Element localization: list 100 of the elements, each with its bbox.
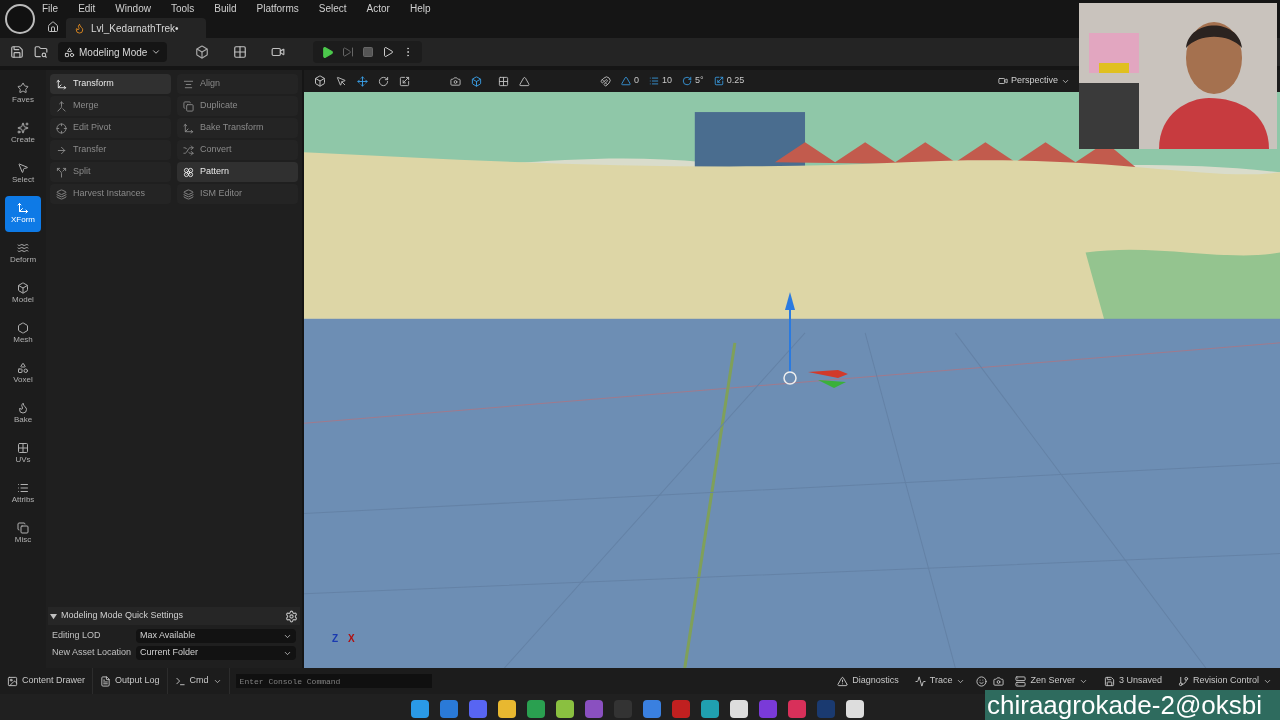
angle-icon bbox=[621, 76, 631, 86]
home-icon[interactable] bbox=[47, 21, 59, 33]
taskbar-app-icon[interactable] bbox=[527, 700, 545, 718]
browse-icon[interactable] bbox=[34, 45, 48, 59]
server-icon bbox=[1015, 675, 1027, 687]
rotate-icon[interactable] bbox=[378, 75, 389, 87]
mode-tab[interactable]: XForm bbox=[5, 196, 41, 232]
rotate-icon bbox=[682, 76, 693, 86]
checker-icon bbox=[17, 442, 29, 454]
mode-tab[interactable]: Voxel bbox=[5, 356, 41, 392]
field-label: Editing LOD bbox=[52, 629, 102, 643]
save-icon[interactable] bbox=[10, 45, 24, 59]
smiley-icon[interactable] bbox=[976, 675, 988, 687]
menu-item[interactable]: Window bbox=[113, 0, 153, 16]
trace-icon bbox=[914, 675, 926, 687]
mode-tab[interactable]: Misc bbox=[5, 516, 41, 552]
step-icon[interactable] bbox=[342, 46, 355, 58]
taskbar-app-icon[interactable] bbox=[440, 700, 458, 718]
mode-dropdown[interactable]: Modeling Mode bbox=[58, 42, 168, 62]
shuffle-icon bbox=[183, 144, 194, 156]
mode-tab[interactable]: Mesh bbox=[5, 316, 41, 352]
star-icon bbox=[17, 82, 29, 94]
branch-icon bbox=[1177, 675, 1189, 687]
menu-item[interactable]: Build bbox=[212, 0, 239, 16]
taskbar-app-icon[interactable] bbox=[730, 700, 748, 718]
flower-icon bbox=[183, 166, 194, 178]
crosshair-icon bbox=[56, 122, 67, 134]
caret-icon bbox=[151, 47, 162, 57]
log-icon bbox=[100, 675, 112, 687]
taskbar-app-icon[interactable] bbox=[846, 700, 864, 718]
level-tab[interactable]: Lvl_KedarnathTrek• bbox=[66, 18, 206, 38]
select-icon[interactable] bbox=[336, 75, 347, 87]
copy-icon bbox=[183, 100, 194, 112]
view-mode-dropdown[interactable]: Perspective bbox=[997, 74, 1070, 88]
tool-button[interactable]: Pattern bbox=[177, 162, 298, 182]
menu-item[interactable]: Select bbox=[316, 0, 349, 16]
cube-icon[interactable] bbox=[471, 75, 482, 87]
mode-tab[interactable]: Attribs bbox=[5, 476, 41, 512]
triangle-icon[interactable] bbox=[519, 75, 530, 87]
taskbar-app-icon[interactable] bbox=[469, 700, 487, 718]
taskbar-app-icon[interactable] bbox=[788, 700, 806, 718]
taskbar-app-icon[interactable] bbox=[701, 700, 719, 718]
axis-label: Z bbox=[332, 632, 339, 646]
align-icon bbox=[183, 78, 194, 90]
mode-tab[interactable]: Model bbox=[5, 276, 41, 312]
console-field[interactable]: Enter Console Command bbox=[235, 674, 432, 688]
mode-tab[interactable]: Select bbox=[5, 156, 41, 192]
mode-tab[interactable]: Deform bbox=[5, 236, 41, 272]
sparkle-icon bbox=[17, 122, 29, 134]
wave-icon bbox=[17, 242, 29, 254]
status-button[interactable]: Diagnostics bbox=[829, 668, 907, 694]
taskbar-app-icon[interactable] bbox=[643, 700, 661, 718]
menu-item[interactable]: Platforms bbox=[254, 0, 301, 16]
level-icon bbox=[74, 22, 85, 34]
magnet-icon[interactable] bbox=[600, 75, 611, 87]
taskbar-app-icon[interactable] bbox=[556, 700, 574, 718]
arrow-icon bbox=[56, 144, 67, 156]
list-icon bbox=[17, 482, 29, 494]
snap-setting[interactable]: 0 bbox=[621, 74, 639, 88]
snap-setting[interactable]: 10 bbox=[649, 74, 673, 88]
pointer-icon bbox=[17, 162, 29, 174]
taskbar-app-icon[interactable] bbox=[498, 700, 516, 718]
mode-tab[interactable]: Create bbox=[5, 116, 41, 152]
menu-item[interactable]: File bbox=[40, 0, 61, 16]
flame-icon bbox=[17, 402, 29, 414]
split-icon bbox=[56, 166, 67, 178]
layers-icon bbox=[183, 188, 194, 200]
menu-item[interactable]: Help bbox=[407, 0, 433, 16]
save-icon bbox=[1103, 675, 1115, 687]
field-label: New Asset Location bbox=[52, 646, 133, 660]
copy-icon bbox=[17, 522, 29, 534]
menu-item[interactable]: Edit bbox=[76, 0, 98, 16]
collapse-icon[interactable] bbox=[50, 612, 57, 620]
snap-setting[interactable]: 5° bbox=[682, 74, 704, 88]
scale-icon bbox=[713, 76, 724, 86]
axes-icon bbox=[17, 202, 29, 214]
layers-icon bbox=[56, 188, 67, 200]
stop-icon[interactable] bbox=[362, 46, 375, 58]
menu-item[interactable]: Tools bbox=[168, 0, 197, 16]
mode-tab[interactable]: Bake bbox=[5, 396, 41, 432]
hexagon-icon bbox=[17, 322, 29, 334]
dropdown-field[interactable]: Current Folder bbox=[136, 646, 296, 660]
tool-button[interactable]: Transform bbox=[50, 74, 171, 94]
section-title: Modeling Mode Quick Settings bbox=[61, 609, 185, 623]
mode-tab[interactable]: Faves bbox=[5, 76, 41, 112]
play-icon[interactable] bbox=[321, 45, 335, 59]
scale-icon[interactable] bbox=[399, 75, 410, 87]
menu-item[interactable]: Actor bbox=[364, 0, 392, 16]
axis-label: X bbox=[348, 632, 355, 646]
axes-icon bbox=[56, 78, 67, 90]
snap-setting[interactable]: 0.25 bbox=[713, 74, 745, 88]
taskbar-app-icon[interactable] bbox=[411, 700, 429, 718]
overlay-text: chiraagrokade-2@oksbi bbox=[985, 690, 1280, 720]
move-icon[interactable] bbox=[357, 75, 368, 87]
settings-icon[interactable] bbox=[285, 609, 298, 623]
status-button[interactable]: Trace bbox=[906, 668, 974, 694]
mode-tab[interactable]: UVs bbox=[5, 436, 41, 472]
dropdown-field[interactable]: Max Available bbox=[136, 629, 296, 643]
cube-icon bbox=[17, 282, 29, 294]
merge-icon bbox=[56, 100, 67, 112]
